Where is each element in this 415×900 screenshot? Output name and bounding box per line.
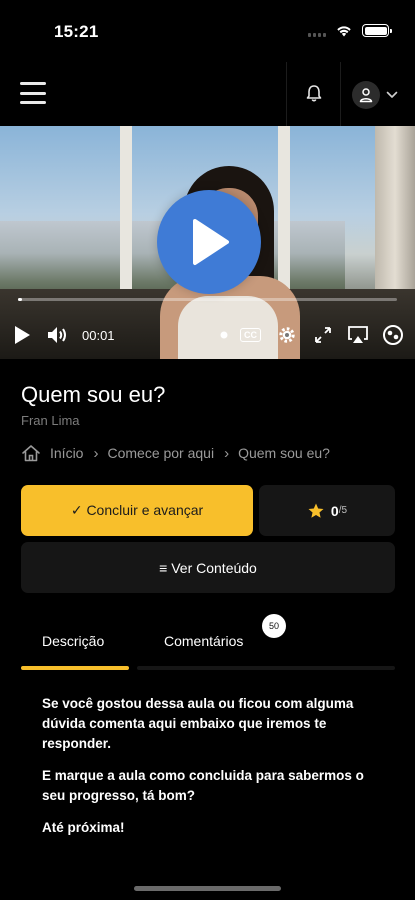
rating-button[interactable]: 0 /5	[259, 485, 395, 536]
rating-max: /5	[338, 505, 348, 516]
video-time: 00:01	[82, 328, 115, 343]
home-indicator	[134, 886, 281, 891]
tab-comments-underline	[137, 666, 395, 670]
chevron-down-icon	[386, 91, 398, 98]
play-icon	[193, 219, 229, 265]
tab-description[interactable]: Descrição	[42, 633, 104, 649]
status-icons	[308, 24, 392, 37]
breadcrumb-item-home[interactable]: Início	[50, 445, 83, 461]
airplay-icon[interactable]	[347, 323, 369, 347]
user-menu-button[interactable]	[352, 81, 398, 109]
star-icon	[308, 503, 324, 518]
status-bar: 15:21	[0, 0, 415, 62]
complete-button-label: ✓ Concluir e avançar	[70, 502, 204, 518]
big-play-button[interactable]	[157, 190, 261, 294]
captions-button[interactable]: CC	[240, 323, 261, 347]
nav-divider	[286, 62, 287, 126]
rating-value: 0	[330, 502, 339, 519]
battery-icon	[362, 24, 392, 37]
user-icon	[352, 81, 380, 109]
breadcrumb-item-current: Quem sou eu?	[238, 445, 330, 461]
breadcrumb-item-module[interactable]: Comece por aqui	[107, 445, 214, 461]
comments-count-badge: 50	[262, 614, 286, 638]
status-time: 15:21	[54, 22, 99, 41]
video-controls: 00:01 CC	[0, 323, 415, 349]
tabs: Descrição Comentários	[0, 622, 415, 672]
cellular-signal-icon	[308, 25, 326, 37]
top-nav	[0, 62, 415, 126]
lesson-author: Fran Lima	[21, 413, 80, 428]
wifi-icon	[337, 26, 351, 37]
chevron-right-icon: ›	[224, 444, 230, 462]
breadcrumb: Início › Comece por aqui › Quem sou eu?	[21, 444, 330, 462]
tab-comments[interactable]: Comentários	[164, 633, 243, 649]
settings-gear-icon[interactable]	[277, 323, 297, 347]
lesson-title: Quem sou eu?	[21, 382, 166, 407]
description-paragraph: Se você gostou dessa aula ou ficou com a…	[42, 696, 354, 751]
dot-icon	[219, 323, 229, 347]
nav-divider	[340, 62, 341, 126]
fullscreen-icon[interactable]	[313, 323, 333, 347]
chevron-right-icon: ›	[93, 444, 99, 462]
bell-icon[interactable]	[302, 82, 326, 106]
player-logo-icon	[382, 323, 404, 347]
lesson-description: Se você gostou dessa aula ou ficou com a…	[42, 694, 382, 850]
play-icon[interactable]	[12, 323, 32, 347]
description-paragraph: E marque a aula como concluida para sabe…	[42, 768, 364, 803]
view-content-label: ≡ Ver Conteúdo	[159, 559, 257, 576]
home-icon[interactable]	[21, 444, 41, 462]
video-progress-bar[interactable]	[18, 298, 397, 301]
hamburger-menu-icon[interactable]	[20, 82, 46, 104]
volume-icon[interactable]	[46, 323, 70, 347]
tab-description-underline	[21, 666, 129, 670]
cc-label: CC	[240, 328, 261, 342]
video-progress-fill	[18, 298, 22, 301]
view-content-button[interactable]: ≡ Ver Conteúdo	[21, 542, 395, 593]
complete-and-advance-button[interactable]: ✓ Concluir e avançar	[21, 485, 253, 536]
description-paragraph: Até próxima!	[42, 820, 125, 835]
video-player[interactable]: 00:01 CC	[0, 126, 415, 359]
